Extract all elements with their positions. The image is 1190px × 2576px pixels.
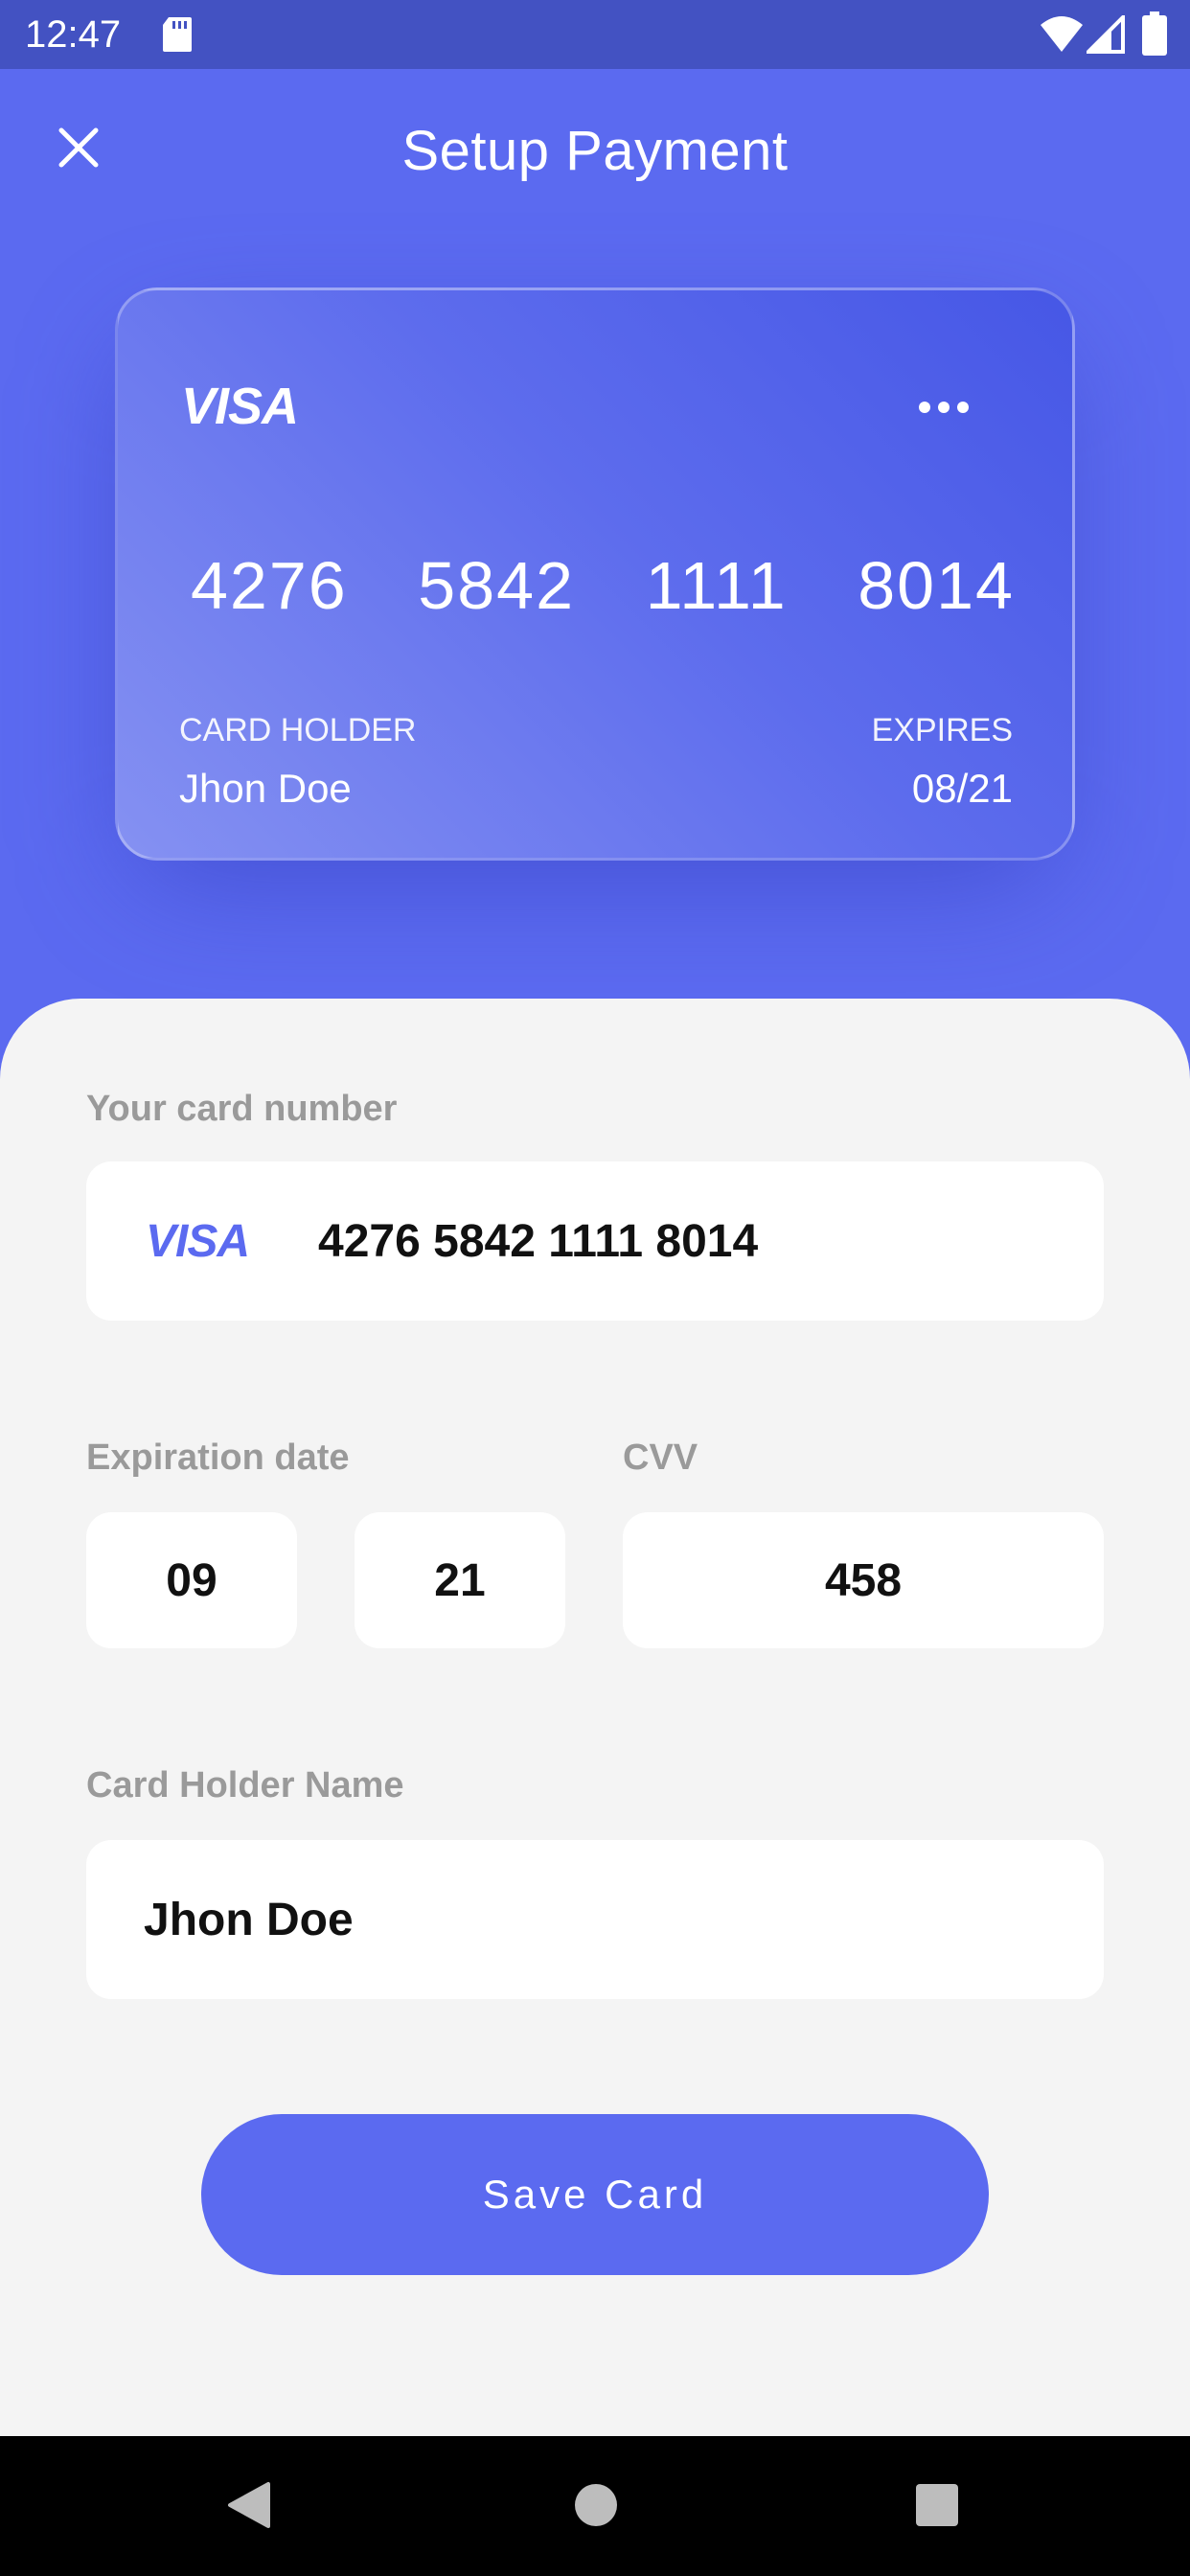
card-number: 4276 5842 1111 8014 <box>191 547 1015 624</box>
card-number-label: Your card number <box>86 1089 398 1129</box>
expiration-date-label: Expiration date <box>86 1438 350 1478</box>
sd-card-icon <box>163 17 192 52</box>
home-icon[interactable] <box>575 2484 617 2526</box>
card-holder-name-value: Jhon Doe <box>144 1894 354 1945</box>
recents-icon[interactable] <box>916 2484 958 2526</box>
card-number-group: 8014 <box>858 548 1015 623</box>
card-holder-label: CARD HOLDER <box>179 712 417 748</box>
more-horizontal-icon[interactable] <box>915 396 973 419</box>
card-number-field[interactable]: VISA 4276 5842 1111 8014 <box>86 1162 1104 1321</box>
status-time: 12:47 <box>25 13 122 56</box>
exp-year-value: 21 <box>434 1554 486 1606</box>
credit-card-preview: VISA 4276 5842 1111 8014 CARD HOLDER Jho… <box>115 288 1075 861</box>
card-number-group: 5842 <box>418 548 576 623</box>
card-expires-value: 08/21 <box>911 766 1013 811</box>
signal-icon <box>1087 15 1125 54</box>
card-number-value: 4276 5842 1111 8014 <box>318 1215 759 1267</box>
card-holder-name-field[interactable]: Jhon Doe <box>86 1840 1104 1999</box>
app-root: 12:47 Setup Payment VISA 4276 5842 1111 … <box>0 0 1190 2576</box>
card-expires-label: EXPIRES <box>871 712 1013 748</box>
card-holder-name-label: Card Holder Name <box>86 1765 404 1806</box>
cvv-field[interactable]: 458 <box>623 1512 1104 1648</box>
battery-icon <box>1142 12 1167 56</box>
save-card-button[interactable]: Save Card <box>201 2114 989 2275</box>
back-icon[interactable] <box>226 2480 272 2530</box>
exp-year-field[interactable]: 21 <box>355 1512 565 1648</box>
card-brand-logo: VISA <box>181 378 299 435</box>
visa-logo: VISA <box>146 1215 250 1267</box>
wifi-icon <box>1041 16 1083 52</box>
cvv-value: 458 <box>824 1554 903 1606</box>
cvv-label: CVV <box>623 1438 698 1478</box>
card-number-group: 1111 <box>645 548 788 623</box>
system-nav-bar <box>0 2436 1190 2576</box>
status-bar: 12:47 <box>0 0 1190 69</box>
exp-month-value: 09 <box>166 1554 217 1606</box>
exp-month-field[interactable]: 09 <box>86 1512 297 1648</box>
page-title: Setup Payment <box>401 120 789 182</box>
card-number-group: 4276 <box>191 548 348 623</box>
card-holder-name: Jhon Doe <box>179 766 352 811</box>
